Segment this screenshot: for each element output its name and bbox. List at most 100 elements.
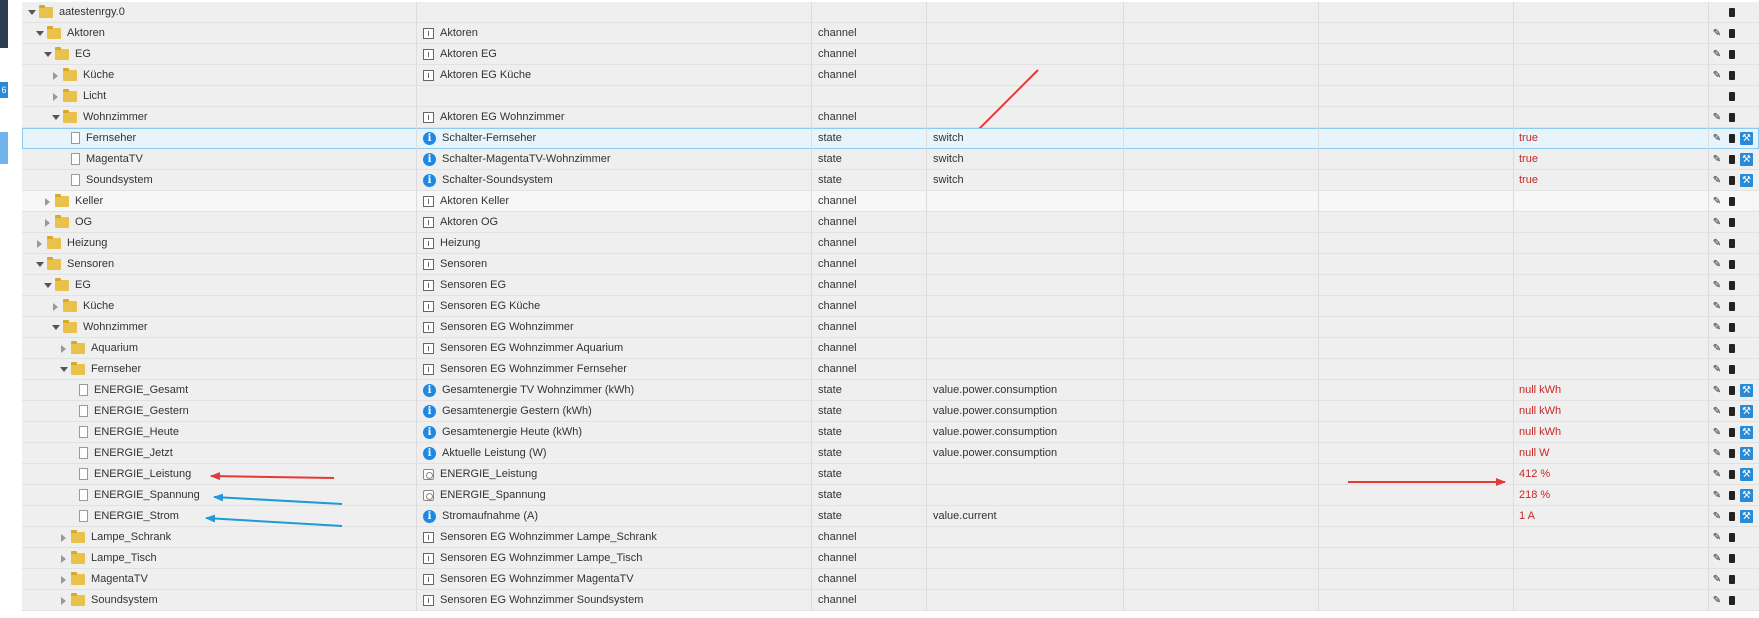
collapse-toggle-icon[interactable]: [35, 254, 44, 275]
wrench-icon[interactable]: ⚒: [1740, 132, 1753, 145]
edit-icon[interactable]: ✎: [1711, 69, 1723, 82]
delete-icon[interactable]: [1726, 27, 1738, 40]
tree-row[interactable]: Heizung Heizung channel ✎: [22, 233, 1759, 254]
tree-row[interactable]: ENERGIE_Gestern i Gesamtenergie Gestern (k…: [22, 401, 1759, 422]
tree-row[interactable]: MagentaTV Sensoren EG Wohnzimmer MagentaT…: [22, 569, 1759, 590]
tree-row[interactable]: ENERGIE_Gesamt i Gesamtenergie TV Wohnzimm…: [22, 380, 1759, 401]
delete-icon[interactable]: [1726, 405, 1738, 418]
expand-toggle-icon[interactable]: [43, 212, 51, 233]
tree-row[interactable]: OG Aktoren OG channel ✎: [22, 212, 1759, 233]
edit-icon[interactable]: ✎: [1711, 489, 1723, 502]
tree-row[interactable]: Sensoren Sensoren channel ✎: [22, 254, 1759, 275]
object-value[interactable]: true: [1514, 149, 1709, 170]
object-value[interactable]: [1514, 212, 1709, 233]
delete-icon[interactable]: [1726, 573, 1738, 586]
object-name[interactable]: ENERGIE_Strom: [94, 506, 179, 527]
delete-icon[interactable]: [1726, 342, 1738, 355]
object-name[interactable]: ENERGIE_Jetzt: [94, 443, 173, 464]
delete-icon[interactable]: [1726, 594, 1738, 607]
wrench-icon[interactable]: ⚒: [1740, 468, 1753, 481]
edit-icon[interactable]: ✎: [1711, 468, 1723, 481]
object-name[interactable]: Wohnzimmer: [83, 317, 148, 338]
expand-toggle-icon[interactable]: [59, 338, 67, 359]
delete-icon[interactable]: [1726, 468, 1738, 481]
object-name[interactable]: Heizung: [67, 233, 107, 254]
object-value[interactable]: [1514, 275, 1709, 296]
collapse-toggle-icon[interactable]: [43, 44, 52, 65]
object-name[interactable]: Lampe_Tisch: [91, 548, 157, 569]
edit-icon[interactable]: ✎: [1711, 552, 1723, 565]
object-name[interactable]: Fernseher: [91, 359, 141, 380]
object-value[interactable]: [1514, 65, 1709, 86]
object-name[interactable]: ENERGIE_Spannung: [94, 485, 200, 506]
edit-icon[interactable]: ✎: [1711, 321, 1723, 334]
object-name[interactable]: Keller: [75, 191, 103, 212]
edit-icon[interactable]: ✎: [1711, 300, 1723, 313]
object-name[interactable]: Lampe_Schrank: [91, 527, 171, 548]
object-value[interactable]: [1514, 191, 1709, 212]
wrench-icon[interactable]: ⚒: [1740, 384, 1753, 397]
object-value[interactable]: null kWh: [1514, 401, 1709, 422]
delete-icon[interactable]: [1726, 552, 1738, 565]
wrench-icon[interactable]: ⚒: [1740, 447, 1753, 460]
object-value[interactable]: [1514, 86, 1709, 107]
object-value[interactable]: 218 %: [1514, 485, 1709, 506]
edit-icon[interactable]: ✎: [1711, 405, 1723, 418]
expand-toggle-icon[interactable]: [43, 191, 51, 212]
tree-row[interactable]: ENERGIE_Leistung ENERGIE_Leistung state 412…: [22, 464, 1759, 485]
object-name[interactable]: Sensoren: [67, 254, 114, 275]
object-value[interactable]: [1514, 296, 1709, 317]
object-value[interactable]: null kWh: [1514, 422, 1709, 443]
wrench-icon[interactable]: ⚒: [1740, 405, 1753, 418]
object-name[interactable]: Küche: [83, 65, 114, 86]
wrench-icon[interactable]: ⚒: [1740, 426, 1753, 439]
object-value[interactable]: [1514, 590, 1709, 611]
object-name[interactable]: Licht: [83, 86, 106, 107]
tree-row[interactable]: EG Sensoren EG channel ✎: [22, 275, 1759, 296]
tree-row[interactable]: Lampe_Schrank Sensoren EG Wohnzimmer Lamp…: [22, 527, 1759, 548]
collapse-toggle-icon[interactable]: [51, 317, 60, 338]
object-name[interactable]: Aquarium: [91, 338, 138, 359]
object-value[interactable]: null kWh: [1514, 380, 1709, 401]
edit-icon[interactable]: ✎: [1711, 531, 1723, 544]
object-name[interactable]: MagentaTV: [91, 569, 148, 590]
object-name[interactable]: Aktoren: [67, 23, 105, 44]
delete-icon[interactable]: [1726, 48, 1738, 61]
tree-row[interactable]: MagentaTV i Schalter-MagentaTV-Wohnzimmer s…: [22, 149, 1759, 170]
delete-icon[interactable]: [1726, 153, 1738, 166]
tree-row[interactable]: Wohnzimmer Aktoren EG Wohnzimmer channel ✎: [22, 107, 1759, 128]
delete-icon[interactable]: [1726, 384, 1738, 397]
edit-icon[interactable]: ✎: [1711, 573, 1723, 586]
collapse-toggle-icon[interactable]: [35, 23, 44, 44]
delete-icon[interactable]: [1726, 321, 1738, 334]
delete-icon[interactable]: [1726, 447, 1738, 460]
object-name[interactable]: Soundsystem: [86, 170, 153, 191]
delete-icon[interactable]: [1726, 69, 1738, 82]
delete-icon[interactable]: [1726, 489, 1738, 502]
object-value[interactable]: [1514, 44, 1709, 65]
tree-row[interactable]: Wohnzimmer Sensoren EG Wohnzimmer channel ✎: [22, 317, 1759, 338]
object-value[interactable]: 412 %: [1514, 464, 1709, 485]
tree-row[interactable]: EG Aktoren EG channel ✎: [22, 44, 1759, 65]
expand-toggle-icon[interactable]: [51, 65, 59, 86]
object-name[interactable]: aatestenrgy.0: [59, 2, 125, 23]
tree-row[interactable]: Küche Aktoren EG Küche channel ✎: [22, 65, 1759, 86]
wrench-icon[interactable]: ⚒: [1740, 153, 1753, 166]
delete-icon[interactable]: [1726, 510, 1738, 523]
object-name[interactable]: Wohnzimmer: [83, 107, 148, 128]
tree-row[interactable]: Licht: [22, 86, 1759, 107]
object-value[interactable]: [1514, 317, 1709, 338]
wrench-icon[interactable]: ⚒: [1740, 174, 1753, 187]
tree-row[interactable]: Lampe_Tisch Sensoren EG Wohnzimmer Lampe_…: [22, 548, 1759, 569]
edit-icon[interactable]: ✎: [1711, 258, 1723, 271]
object-name[interactable]: MagentaTV: [86, 149, 143, 170]
object-value[interactable]: true: [1514, 128, 1709, 149]
expand-toggle-icon[interactable]: [59, 569, 67, 590]
tree-row[interactable]: ENERGIE_Spannung ENERGIE_Spannung state 218…: [22, 485, 1759, 506]
object-name[interactable]: EG: [75, 44, 91, 65]
object-value[interactable]: true: [1514, 170, 1709, 191]
collapse-toggle-icon[interactable]: [43, 275, 52, 296]
collapse-toggle-icon[interactable]: [51, 107, 60, 128]
tree-row[interactable]: aatestenrgy.0: [22, 2, 1759, 23]
object-name[interactable]: ENERGIE_Gesamt: [94, 380, 188, 401]
